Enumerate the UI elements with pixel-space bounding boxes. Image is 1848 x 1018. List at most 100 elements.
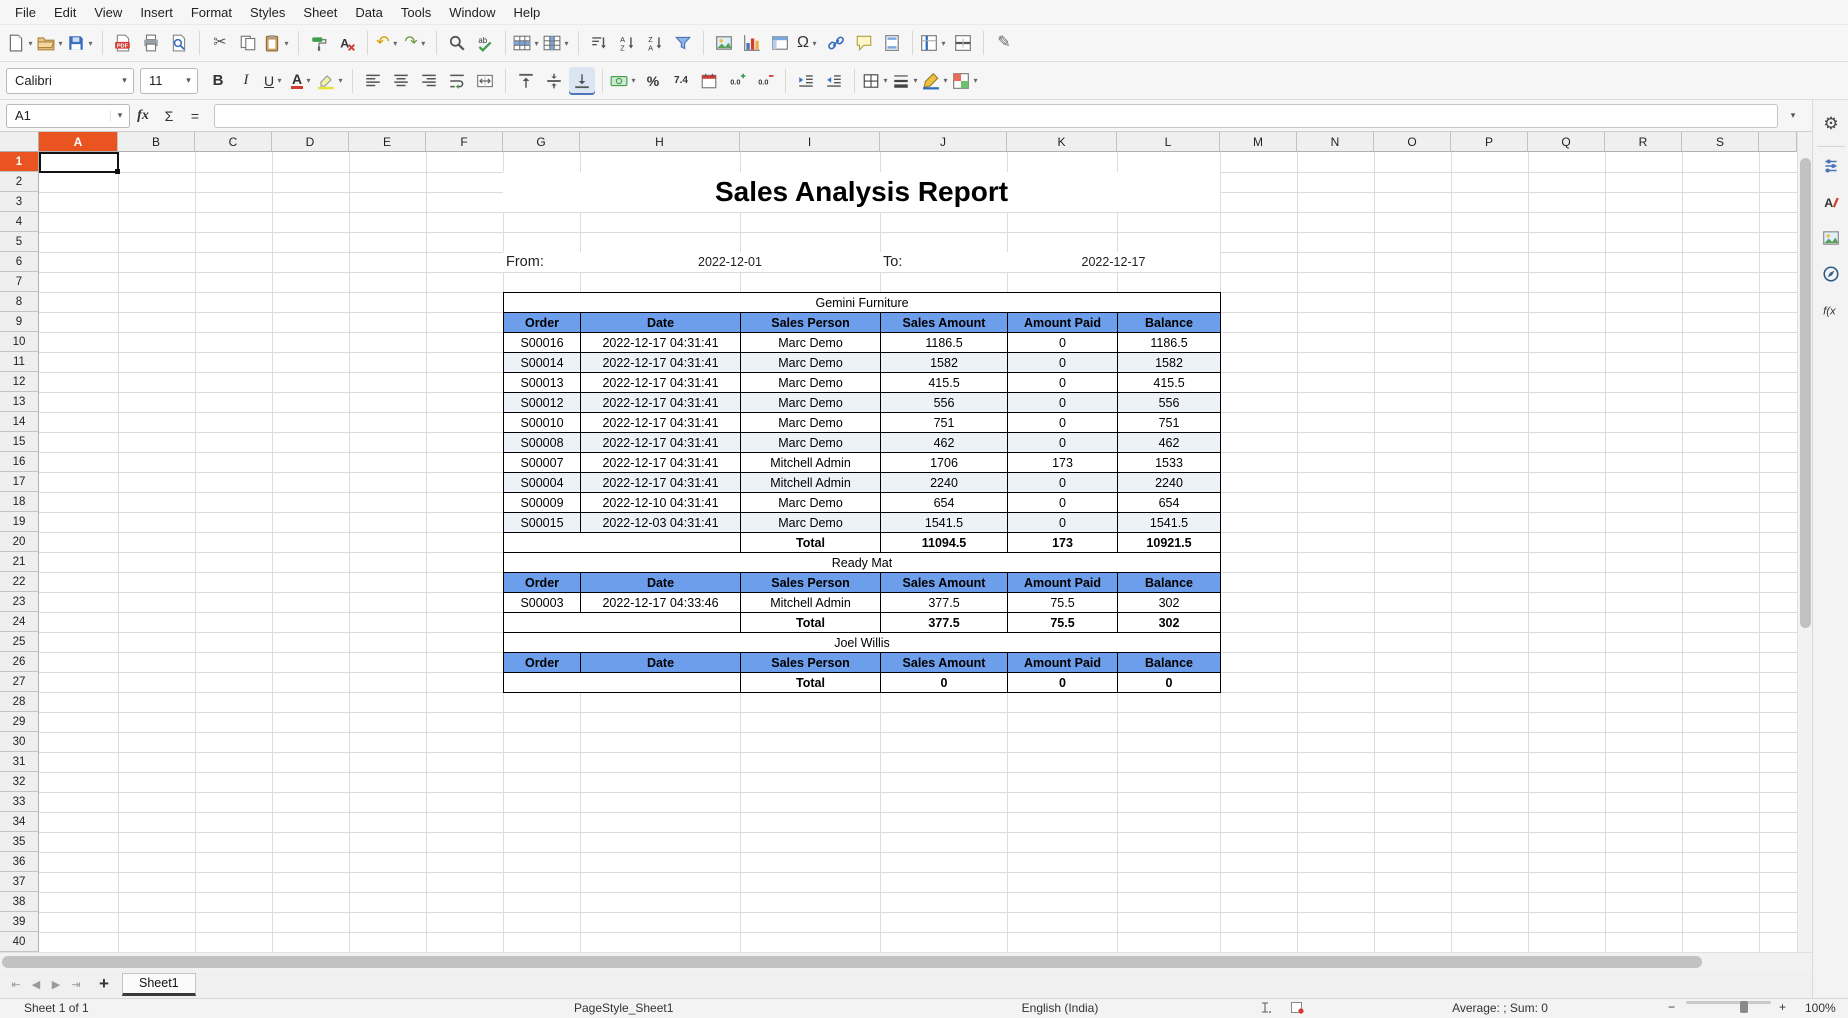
total-value-cell[interactable]: 10921.5 (1118, 533, 1221, 553)
total-value-cell[interactable]: 0 (881, 673, 1008, 693)
underline-button[interactable]: U▾ (261, 67, 287, 95)
export-pdf-button[interactable]: PDF (110, 29, 136, 57)
pivot-table-button[interactable] (767, 29, 793, 57)
spreadsheet-grid[interactable]: Sales Analysis Report From: 2022-12-01 T… (0, 132, 1797, 952)
highlight-color-button[interactable]: ▾ (317, 67, 345, 95)
select-all-corner[interactable] (0, 132, 39, 152)
report-cell[interactable]: S00010 (504, 413, 581, 433)
font-size-dropdown-icon[interactable]: ▾ (180, 75, 197, 86)
cut-button[interactable]: ✂ (207, 29, 233, 57)
find-replace-button[interactable] (444, 29, 470, 57)
special-character-button[interactable]: Ω▾ (795, 29, 821, 57)
report-cell[interactable]: Mitchell Admin (741, 473, 881, 493)
row-header-21[interactable]: 21 (0, 552, 39, 572)
table-header-cell[interactable]: Order (504, 573, 581, 593)
column-header-B[interactable]: B (118, 132, 195, 152)
align-left-button[interactable] (360, 67, 386, 95)
row-header-20[interactable]: 20 (0, 532, 39, 552)
zoom-slider[interactable] (1686, 1001, 1771, 1004)
total-value-cell[interactable]: 75.5 (1008, 613, 1118, 633)
to-label-cell[interactable]: To: (880, 252, 1010, 272)
report-cell[interactable]: 0 (1008, 433, 1118, 453)
name-box[interactable]: A1 ▾ (6, 104, 130, 128)
redo-dropdown-icon[interactable]: ▾ (419, 39, 428, 48)
report-cell[interactable]: 2022-12-17 04:31:41 (581, 433, 741, 453)
merge-cells-button[interactable] (472, 67, 498, 95)
sort-button[interactable] (586, 29, 612, 57)
row-header-34[interactable]: 34 (0, 812, 39, 832)
add-decimal-button[interactable]: 0.0 (724, 67, 750, 95)
row-header-35[interactable]: 35 (0, 832, 39, 852)
from-date-cell[interactable]: 2022-12-01 (580, 252, 880, 272)
report-cell[interactable]: S00014 (504, 353, 581, 373)
column-dropdown-icon[interactable]: ▾ (562, 39, 571, 48)
report-cell[interactable]: 0 (1008, 353, 1118, 373)
report-cell[interactable]: Marc Demo (741, 333, 881, 353)
report-cell[interactable]: S00013 (504, 373, 581, 393)
menu-edit[interactable]: Edit (45, 2, 85, 23)
borders-dropdown-icon[interactable]: ▾ (881, 76, 890, 85)
sidebar-functions-icon[interactable]: f(x (1819, 298, 1843, 322)
report-cell[interactable]: 0 (1008, 493, 1118, 513)
font-size-combo[interactable]: 11▾ (140, 68, 198, 94)
report-cell[interactable]: S00016 (504, 333, 581, 353)
modified-status-icon[interactable] (1290, 1001, 1304, 1017)
table-header-cell[interactable]: Date (581, 573, 741, 593)
selection-mode-icon[interactable] (1258, 1001, 1272, 1017)
special-character-dropdown-icon[interactable]: ▾ (810, 39, 819, 48)
italic-button[interactable]: I (233, 67, 259, 95)
table-header-cell[interactable]: Sales Person (741, 313, 881, 333)
row-header-22[interactable]: 22 (0, 572, 39, 592)
delete-decimal-button[interactable]: 0.0 (752, 67, 778, 95)
table-header-cell[interactable]: Balance (1118, 653, 1221, 673)
horizontal-scrollbar[interactable] (0, 952, 1812, 971)
row-header-7[interactable]: 7 (0, 272, 39, 292)
row-header-17[interactable]: 17 (0, 472, 39, 492)
save-button[interactable]: ▾ (67, 29, 95, 57)
row-header-18[interactable]: 18 (0, 492, 39, 512)
row-header-9[interactable]: 9 (0, 312, 39, 332)
menu-tools[interactable]: Tools (392, 2, 440, 23)
table-header-cell[interactable]: Balance (1118, 573, 1221, 593)
draw-functions-button[interactable]: ✎ (991, 29, 1017, 57)
hyperlink-button[interactable] (823, 29, 849, 57)
total-label-cell[interactable]: Total (741, 673, 881, 693)
table-header-cell[interactable]: Sales Person (741, 573, 881, 593)
menu-view[interactable]: View (85, 2, 131, 23)
border-color-button[interactable]: ▾ (922, 67, 950, 95)
report-cell[interactable]: S00012 (504, 393, 581, 413)
sort-descending-button[interactable]: ZA (642, 29, 668, 57)
conditional-formatting-dropdown-icon[interactable]: ▾ (971, 76, 980, 85)
zoom-in-icon[interactable]: + (1779, 1000, 1786, 1014)
column-header-R[interactable]: R (1605, 132, 1682, 152)
row-header-40[interactable]: 40 (0, 932, 39, 952)
report-cell[interactable]: 1541.5 (1118, 513, 1221, 533)
expand-formula-bar-icon[interactable]: ▾ (1784, 110, 1802, 121)
sidebar-settings-icon[interactable]: ⚙ (1819, 112, 1843, 136)
print-button[interactable] (138, 29, 164, 57)
report-cell[interactable]: 462 (881, 433, 1008, 453)
row-header-33[interactable]: 33 (0, 792, 39, 812)
clear-formatting-button[interactable]: A (334, 29, 360, 57)
row-header-16[interactable]: 16 (0, 452, 39, 472)
row-header-31[interactable]: 31 (0, 752, 39, 772)
menu-sheet[interactable]: Sheet (294, 2, 346, 23)
border-style-button[interactable]: ▾ (892, 67, 920, 95)
fill-handle-icon[interactable] (115, 169, 120, 174)
total-value-cell[interactable]: 0 (1008, 673, 1118, 693)
menu-data[interactable]: Data (346, 2, 391, 23)
format-number-button[interactable]: 7.4 (668, 67, 694, 95)
formula-input[interactable] (214, 104, 1778, 128)
column-header-O[interactable]: O (1374, 132, 1451, 152)
column-header-L[interactable]: L (1117, 132, 1220, 152)
vertical-scrollbar-thumb[interactable] (1800, 158, 1811, 628)
report-title[interactable]: Sales Analysis Report (503, 172, 1220, 212)
freeze-panes-button[interactable]: ▾ (920, 29, 948, 57)
report-cell[interactable]: 2240 (1118, 473, 1221, 493)
report-cell[interactable]: 0 (1008, 393, 1118, 413)
paste-dropdown-icon[interactable]: ▾ (282, 39, 291, 48)
menu-insert[interactable]: Insert (131, 2, 182, 23)
report-cell[interactable]: 0 (1008, 513, 1118, 533)
report-cell[interactable]: 2022-12-17 04:31:41 (581, 373, 741, 393)
report-cell[interactable]: 415.5 (881, 373, 1008, 393)
